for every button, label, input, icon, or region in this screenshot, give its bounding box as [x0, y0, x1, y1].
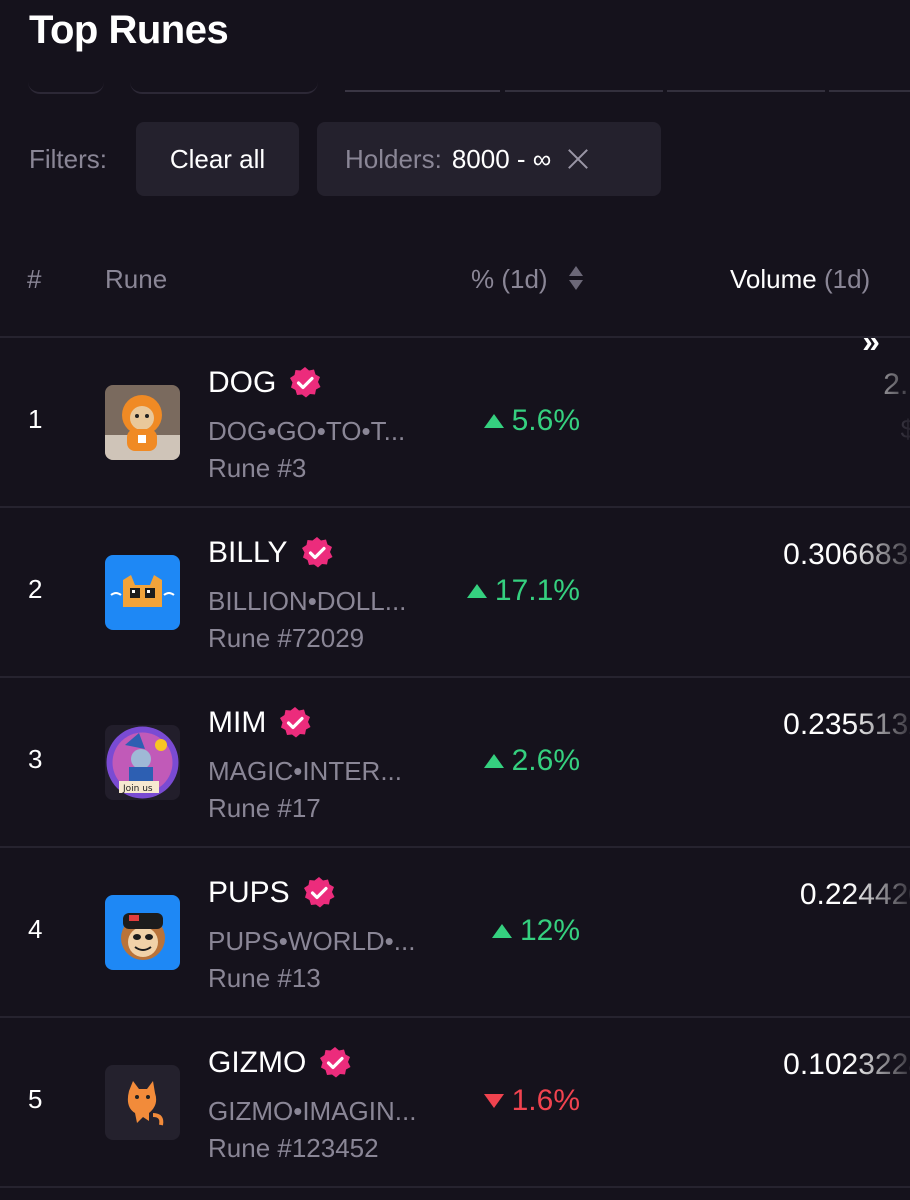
row-rank: 4 — [28, 914, 43, 944]
header-volume-label: Volume — [730, 264, 817, 294]
tab-active[interactable] — [345, 90, 500, 92]
row-rank: 3 — [28, 744, 43, 774]
tab[interactable] — [130, 80, 318, 94]
volume-cell: 0.10232283 BTC$12.1K — [610, 1048, 910, 1158]
change-value: 1.6% — [511, 1084, 580, 1117]
fade-overlay — [850, 878, 910, 988]
gizmo-logo — [105, 1065, 180, 1140]
verified-badge-icon — [300, 536, 334, 570]
rune-full-name: MAGIC•INTER... — [208, 756, 402, 786]
tab[interactable] — [667, 90, 825, 92]
change-value: 12% — [519, 914, 580, 947]
header-volume-suffix: (1d) — [823, 264, 871, 294]
rune-number: Rune #3 — [208, 453, 307, 483]
volume-cell: 0.23551329 BTC$27.84K — [610, 708, 910, 818]
header-volume[interactable]: Volume (1d) — [730, 264, 870, 295]
holders-filter-value: 8000 - ∞ — [451, 143, 552, 174]
tab[interactable] — [505, 90, 663, 92]
header-rank: # — [27, 264, 42, 294]
rune-ticker[interactable]: BILLY — [208, 536, 334, 570]
change-1d: 12% — [491, 914, 580, 948]
filters-label: Filters: — [29, 144, 107, 174]
sort-icon[interactable] — [567, 264, 585, 296]
fade-overlay — [850, 1048, 910, 1158]
verified-badge-icon — [278, 706, 312, 740]
table-row[interactable]: 4 PUPS PUPS•WORLD•... Rune #13 12% 0.2244207 … — [0, 848, 910, 1018]
rune-ticker[interactable]: DOG — [208, 366, 322, 400]
tab-strip — [0, 80, 910, 96]
volume-cell: 0.2244207 BTC$26.53K — [610, 878, 910, 988]
header-change[interactable]: % (1d) — [471, 264, 548, 295]
rune-ticker-text: DOG — [208, 366, 277, 399]
table-row[interactable]: 1 DOG DOG•GO•TO•T... Rune #3 5.6% 2.15 BTC$25… — [0, 338, 910, 508]
pups-logo — [105, 895, 180, 970]
rune-ticker-text: PUPS — [208, 876, 290, 909]
fade-overlay — [850, 538, 910, 648]
rune-number: Rune #72029 — [208, 623, 365, 653]
fade-overlay — [850, 708, 910, 818]
triangle-up-icon — [483, 414, 504, 428]
table-row[interactable]: 2 BILLY BILLION•DOLL... Rune #72029 17.1% 0.3… — [0, 508, 910, 678]
rune-ticker[interactable]: MIM — [208, 706, 312, 740]
verified-badge-icon — [288, 366, 322, 400]
rune-number: Rune #123452 — [208, 1133, 379, 1163]
clear-all-button[interactable]: Clear all — [136, 122, 299, 196]
rune-ticker-text: GIZMO — [208, 1046, 307, 1079]
tab[interactable] — [28, 80, 104, 94]
rune-full-name: PUPS•WORLD•... — [208, 926, 416, 956]
close-icon[interactable] — [567, 148, 589, 170]
change-1d: 1.6% — [483, 1084, 580, 1118]
svg-text:Join us: Join us — [122, 784, 153, 794]
rune-ticker-text: MIM — [208, 706, 267, 739]
tab[interactable] — [829, 90, 910, 92]
divider — [0, 1186, 910, 1188]
change-value: 2.6% — [511, 744, 580, 777]
holders-filter-chip[interactable]: Holders: 8000 - ∞ — [317, 122, 661, 196]
triangle-up-icon — [466, 584, 487, 598]
table-row[interactable]: 3 Join us MIM MAGIC•INTER... Rune #17 2.6% 0.2… — [0, 678, 910, 848]
change-value: 5.6% — [511, 404, 580, 437]
row-rank: 5 — [28, 1084, 43, 1114]
volume-cell: 0.30668329 BTC$36.25K — [610, 538, 910, 648]
table-row[interactable]: 5 GIZMO GIZMO•IMAGIN... Rune #123452 1.6% 0.1… — [0, 1018, 910, 1188]
rune-ticker[interactable]: GIZMO — [208, 1046, 352, 1080]
triangle-up-icon — [483, 754, 504, 768]
change-1d: 5.6% — [483, 404, 580, 438]
triangle-up-icon — [491, 924, 512, 938]
rune-ticker-text: BILLY — [208, 536, 288, 569]
rune-full-name: GIZMO•IMAGIN... — [208, 1096, 417, 1126]
verified-badge-icon — [302, 876, 336, 910]
triangle-down-icon — [483, 1094, 504, 1108]
row-rank: 1 — [28, 404, 43, 434]
holders-filter-label: Holders: — [345, 143, 442, 174]
rune-number: Rune #13 — [208, 963, 321, 993]
mim-logo: Join us — [105, 725, 180, 800]
rune-full-name: BILLION•DOLL... — [208, 586, 407, 616]
rune-number: Rune #17 — [208, 793, 321, 823]
header-rune: Rune — [105, 264, 168, 294]
billy-logo — [105, 555, 180, 630]
change-value: 17.1% — [494, 574, 580, 607]
filter-bar: Filters: Clear all Holders: 8000 - ∞ — [0, 122, 910, 196]
change-1d: 17.1% — [466, 574, 580, 608]
row-rank: 2 — [28, 574, 43, 604]
fade-overlay — [850, 368, 910, 478]
dog-logo — [105, 385, 180, 460]
verified-badge-icon — [318, 1046, 352, 1080]
change-1d: 2.6% — [483, 744, 580, 778]
rune-full-name: DOG•GO•TO•T... — [208, 416, 406, 446]
page-title: Top Runes — [29, 8, 229, 52]
table-header: # Rune % (1d) Volume (1d) — [0, 248, 910, 312]
rune-ticker[interactable]: PUPS — [208, 876, 336, 910]
volume-cell: 2.15 BTC$254.15K — [610, 368, 910, 478]
